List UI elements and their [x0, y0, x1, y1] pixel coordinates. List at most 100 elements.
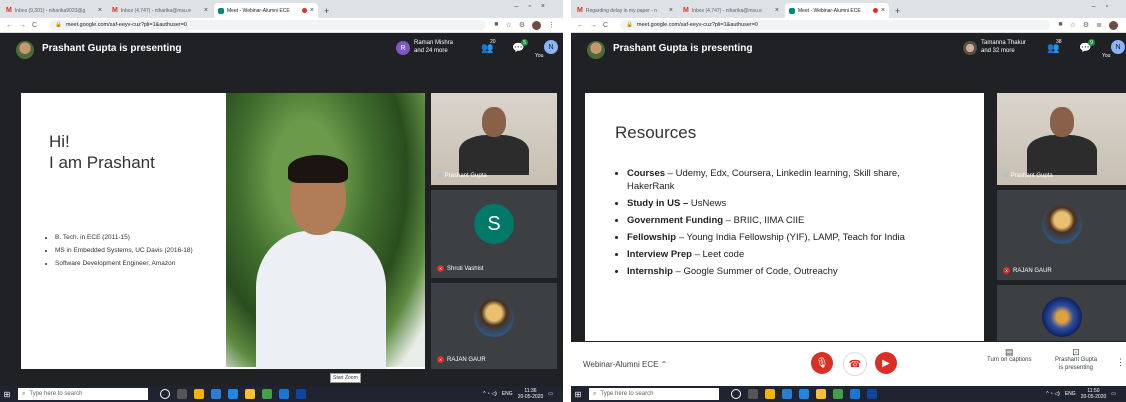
close-tab-icon[interactable]: ×: [98, 7, 102, 14]
taskbar-search-input[interactable]: ⌕ Type here to search: [18, 388, 148, 400]
cortana-icon[interactable]: [731, 389, 741, 399]
slide-bullet: MS in Embedded Systems, UC Davis (2016-1…: [55, 246, 245, 256]
more-options-icon[interactable]: ⋮: [1116, 358, 1125, 367]
self-avatar[interactable]: N: [544, 40, 558, 54]
participant-tile[interactable]: ✕ RAJAN GAUR: [997, 190, 1126, 280]
people-count: 38: [1056, 39, 1062, 45]
window-controls[interactable]: –▫×: [515, 3, 555, 10]
chat-badge: 5: [521, 39, 528, 46]
url-input[interactable]: 🔒 meet.google.com/saf-eeyv-cuz?pli=1&aut…: [620, 20, 1051, 30]
slide-bullet: Internship – Google Summer of Code, Outr…: [627, 265, 947, 278]
camera-toggle-button[interactable]: ▶: [875, 352, 897, 374]
profile-avatar[interactable]: [532, 20, 541, 30]
extension-icon[interactable]: ⚙: [1083, 21, 1089, 30]
tray-icons[interactable]: ^ ◔ ◁): [483, 391, 497, 397]
people-count: 20: [490, 39, 496, 45]
gmail-icon: M: [577, 7, 583, 14]
participant-tile[interactable]: [997, 285, 1126, 341]
slide-bullet: Study in US – UsNews: [627, 197, 947, 210]
close-tab-icon[interactable]: ×: [669, 7, 673, 14]
tab-meet[interactable]: Meet - Webinar-Alumni ECE ×: [785, 3, 889, 18]
tab-gmail-inbox-2[interactable]: M Inbox (4,747) - niharika@msu.e ×: [108, 3, 212, 18]
app-icon[interactable]: [782, 389, 792, 399]
participant-tile[interactable]: S ✕ Shruti Vashist: [431, 190, 557, 278]
taskbar: ⊞ ⌕ Type here to search ^ ◔ ◁) ENG 11:36…: [0, 386, 563, 402]
nav-buttons[interactable]: ←→C: [577, 22, 614, 29]
tray-icons[interactable]: ^ ◔ ◁): [1046, 391, 1060, 397]
edge-icon[interactable]: [228, 389, 238, 399]
participant-tile[interactable]: ✕ RAJAN GAUR: [431, 283, 557, 369]
chrome-icon[interactable]: [262, 389, 272, 399]
extension-icon[interactable]: ≣: [1096, 21, 1102, 30]
window-controls[interactable]: –▫: [1092, 3, 1118, 10]
mic-toggle-button[interactable]: 🎙: [811, 352, 833, 374]
notification-icon[interactable]: ▭: [548, 391, 553, 397]
participant-tile[interactable]: ııl Prashant Gupta: [431, 93, 557, 185]
task-view-icon[interactable]: [748, 389, 758, 399]
nav-buttons[interactable]: ←→C: [6, 22, 43, 29]
profile-avatar[interactable]: [1109, 20, 1118, 30]
self-avatar[interactable]: N: [1111, 40, 1125, 54]
task-view-icon[interactable]: [177, 389, 187, 399]
close-tab-icon[interactable]: ×: [775, 7, 779, 14]
new-tab-button[interactable]: +: [324, 6, 329, 16]
app-icon[interactable]: [211, 389, 221, 399]
close-tab-icon[interactable]: ×: [881, 7, 885, 14]
close-tab-icon[interactable]: ×: [204, 7, 208, 14]
app-icon[interactable]: [194, 389, 204, 399]
tab-meet[interactable]: Meet - Webinar-Alumni ECE ×: [214, 3, 318, 18]
tab-gmail-inbox-1[interactable]: M Inbox (9,301) - niharika9023@g ×: [2, 3, 106, 18]
system-tray: ^ ◔ ◁) ENG 11:36 20-05-2020 ▭: [483, 388, 553, 400]
star-icon[interactable]: ☆: [1070, 21, 1076, 30]
taskbar-search-input[interactable]: ⌕ Type here to search: [589, 388, 719, 400]
clock[interactable]: 11:50 20-05-2020: [1081, 388, 1107, 400]
meet-bottom-bar: Webinar-Alumni ECE ⌃ 🎙 ☎ ▶ ▤ Turn on cap…: [571, 342, 1126, 386]
slide-bullet: Interview Prep – Leet code: [627, 248, 947, 261]
leave-call-button[interactable]: ☎: [843, 352, 867, 376]
participant-avatar: [474, 297, 514, 337]
mic-off-icon: ✕: [1003, 267, 1010, 274]
slide-bullet: B. Tech. in ECE (2011-15): [55, 233, 245, 243]
presenting-button[interactable]: ⊡ Prashant Gupta is presenting: [1055, 348, 1097, 372]
camera-icon[interactable]: ■: [1058, 21, 1062, 30]
new-tab-button[interactable]: +: [895, 6, 900, 16]
clock[interactable]: 11:36 20-05-2020: [518, 388, 544, 400]
file-explorer-icon[interactable]: [816, 389, 826, 399]
camera-icon[interactable]: ■: [494, 21, 498, 30]
tab-strip: M Regarding delay in my paper - n × M In…: [571, 0, 1126, 18]
participant-tile[interactable]: ııl Prashant Gupta: [997, 93, 1126, 185]
tab-gmail-paper[interactable]: M Regarding delay in my paper - n ×: [573, 3, 677, 18]
file-explorer-icon[interactable]: [245, 389, 255, 399]
presenter-photo: [226, 93, 425, 369]
windows-start-icon[interactable]: ⊞: [0, 386, 14, 402]
presenter-avatar: [587, 41, 605, 59]
windows-start-icon[interactable]: ⊞: [571, 386, 585, 402]
shared-slide: Resources Courses – Udemy, Edx, Coursera…: [585, 93, 984, 341]
right-screenshot: M Regarding delay in my paper - n × M In…: [571, 0, 1126, 402]
app-icon[interactable]: [279, 389, 289, 399]
close-tab-icon[interactable]: ×: [310, 7, 314, 14]
meeting-details[interactable]: Webinar-Alumni ECE ⌃: [583, 360, 667, 369]
edge-icon[interactable]: [799, 389, 809, 399]
extension-icon[interactable]: ⚙: [519, 21, 525, 30]
app-icon[interactable]: [850, 389, 860, 399]
menu-icon[interactable]: ⋮: [548, 21, 555, 30]
app-icon[interactable]: [867, 389, 877, 399]
cortana-icon[interactable]: [160, 389, 170, 399]
meet-icon: [218, 7, 224, 14]
url-input[interactable]: 🔒 meet.google.com/saf-eeyv-cuz?pli=1&aut…: [49, 20, 487, 30]
captions-button[interactable]: ▤ Turn on captions: [987, 348, 1031, 364]
notification-icon[interactable]: ▭: [1111, 391, 1116, 397]
tab-gmail-inbox[interactable]: M Inbox (4,747) - niharika@msu.e ×: [679, 3, 783, 18]
app-icon[interactable]: [296, 389, 306, 399]
app-icon[interactable]: [765, 389, 775, 399]
left-screenshot: M Inbox (9,301) - niharika9023@g × M Inb…: [0, 0, 563, 402]
star-icon[interactable]: ☆: [505, 21, 511, 30]
system-tray: ^ ◔ ◁) ENG 11:50 20-05-2020 ▭: [1046, 388, 1116, 400]
meet-icon: [789, 7, 795, 14]
chrome-icon[interactable]: [833, 389, 843, 399]
gmail-icon: M: [6, 7, 12, 14]
lock-icon: 🔒: [626, 22, 633, 28]
recording-dot-icon: [301, 8, 307, 13]
lock-icon: 🔒: [55, 22, 62, 28]
